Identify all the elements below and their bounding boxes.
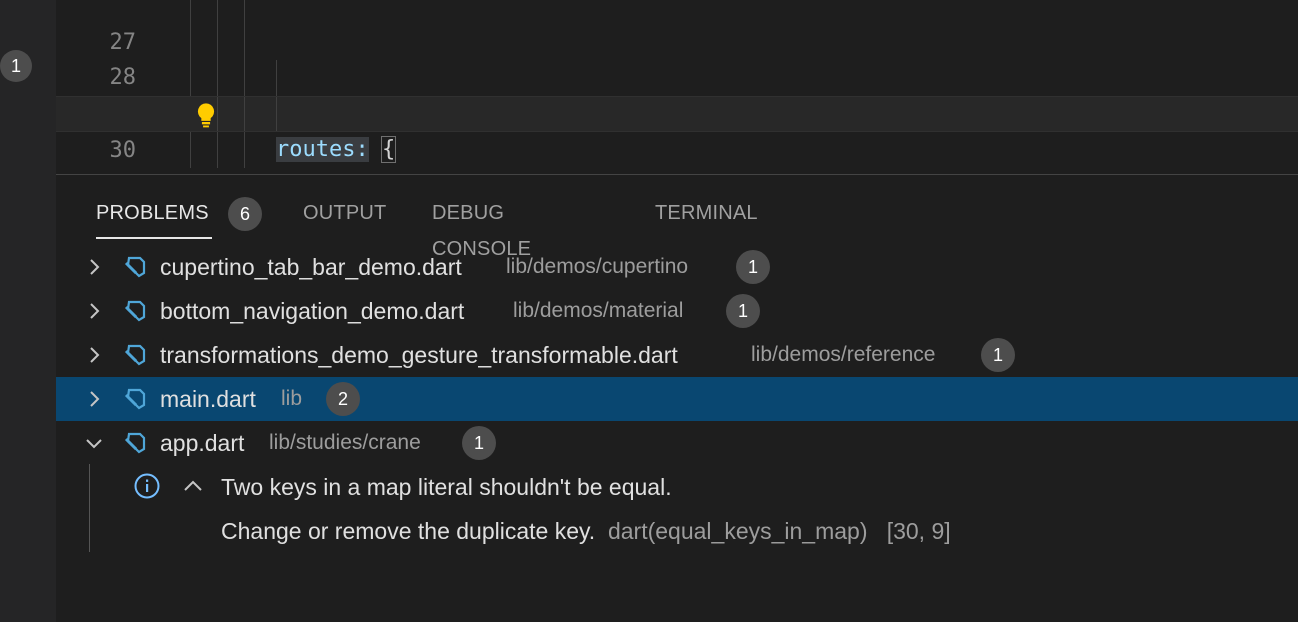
problem-count-badge: 1 — [726, 294, 760, 328]
file-name: main.dart — [160, 386, 256, 412]
problem-file-row-selected[interactable]: main.dart lib 2 — [56, 377, 1298, 421]
code-editor[interactable]: 27 initialRoute: CraneApp.defaultRoute, … — [56, 0, 1298, 174]
tab-debug-console[interactable]: DEBUG CONSOLE — [432, 195, 531, 260]
code-line[interactable]: 29 '/one': (context) => const _Home(), — [56, 60, 1298, 174]
file-name: cupertino_tab_bar_demo.dart — [160, 254, 462, 280]
problem-source: dart(equal_keys_in_map) — [607, 518, 868, 544]
problem-detail: Change or remove the duplicate key. — [221, 518, 596, 544]
problem-file-row-expanded[interactable]: app.dart lib/studies/crane 1 — [56, 421, 1298, 465]
file-path: lib — [281, 387, 303, 410]
problem-position: [30, 9] — [886, 518, 951, 544]
bottom-panel: PROBLEMS 6 OUTPUT DEBUG CONSOLE TERMINAL… — [56, 175, 1298, 622]
dart-file-icon — [124, 388, 146, 410]
problem-count-badge: 1 — [462, 426, 496, 460]
code-line[interactable]: 31 }, — [56, 132, 1298, 174]
lightbulb-icon[interactable] — [192, 101, 220, 129]
activity-badge[interactable]: 1 — [0, 50, 32, 82]
chevron-right-icon[interactable] — [84, 301, 104, 321]
problem-message[interactable]: Two keys in a map literal shouldn't be e… — [221, 465, 672, 509]
file-name: bottom_navigation_demo.dart — [160, 298, 465, 324]
file-path: lib/studies/crane — [269, 431, 421, 454]
problem-file-row[interactable]: bottom_navigation_demo.dart lib/demos/ma… — [56, 289, 1298, 333]
tree-indent-guide — [89, 464, 90, 552]
problem-count-badge: 1 — [736, 250, 770, 284]
problem-count-badge: 2 — [326, 382, 360, 416]
file-path: lib/demos/material — [513, 299, 684, 322]
problem-file-row[interactable]: transformations_demo_gesture_transformab… — [56, 333, 1298, 377]
file-path: lib/demos/reference — [751, 343, 936, 366]
code-line[interactable]: 28 routes: { — [56, 24, 1298, 163]
problem-file-row[interactable]: cupertino_tab_bar_demo.dart lib/demos/cu… — [56, 245, 1298, 289]
dart-file-icon — [124, 256, 146, 278]
problem-detail-row[interactable]: Change or remove the duplicate key. dart… — [221, 509, 951, 553]
code-line-current[interactable]: 30 '/one': (context) => const _Home(), — [56, 96, 1298, 163]
problem-count-badge: 1 — [981, 338, 1015, 372]
dart-file-icon — [124, 344, 146, 366]
tab-problems[interactable]: PROBLEMS — [96, 195, 212, 239]
file-path: lib/demos/cupertino — [506, 255, 689, 278]
activity-bar: 1 — [0, 0, 56, 622]
problems-count-badge: 6 — [228, 197, 262, 231]
tab-output[interactable]: OUTPUT — [303, 195, 386, 239]
code-line[interactable]: 27 initialRoute: CraneApp.defaultRoute, — [56, 0, 1298, 127]
tab-terminal[interactable]: TERMINAL — [655, 195, 758, 239]
chevron-right-icon[interactable] — [84, 345, 104, 365]
file-name: transformations_demo_gesture_transformab… — [160, 342, 678, 368]
chevron-down-icon[interactable] — [84, 433, 104, 453]
chevron-right-icon[interactable] — [84, 257, 104, 277]
collapse-caret-icon[interactable] — [182, 475, 204, 497]
dart-file-icon — [124, 432, 146, 454]
dart-file-icon — [124, 300, 146, 322]
file-name: app.dart — [160, 430, 245, 456]
chevron-right-icon[interactable] — [84, 389, 104, 409]
info-icon — [134, 473, 160, 499]
